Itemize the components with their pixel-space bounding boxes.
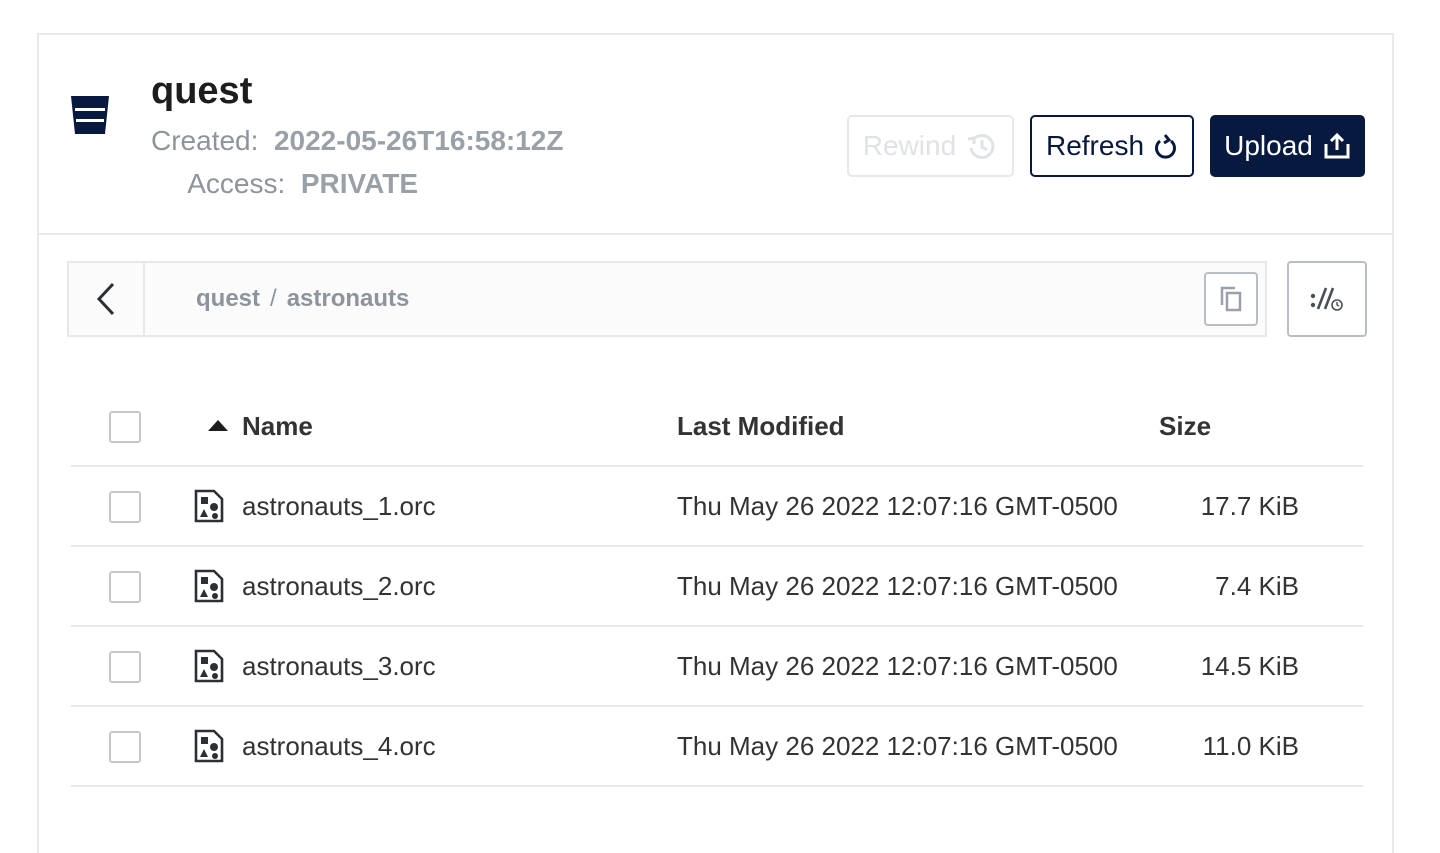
file-icon: [194, 569, 224, 603]
file-name[interactable]: astronauts_4.orc: [242, 707, 436, 785]
rewind-label: Rewind: [862, 130, 957, 161]
file-size: 11.0 KiB: [1202, 731, 1299, 761]
bucket-meta: Created: 2022-05-26T16:58:12Z Access: PR…: [151, 119, 601, 205]
copy-path-button[interactable]: [1204, 272, 1258, 326]
file-icon: [194, 489, 224, 523]
file-size: 14.5 KiB: [1200, 651, 1299, 681]
back-button[interactable]: [69, 263, 145, 335]
breadcrumb: quest / astronauts: [196, 263, 409, 335]
created-label: Created:: [151, 125, 259, 156]
refresh-button[interactable]: Refresh: [1030, 115, 1194, 177]
file-last-modified: Thu May 26 2022 12:07:16 GMT-0500: [677, 651, 1118, 681]
column-header-size[interactable]: Size: [1159, 387, 1211, 465]
file-table: Name Last Modified Size astronauts_1.orc…: [71, 387, 1363, 787]
chevron-left-icon: [96, 282, 115, 316]
bucket-name: quest: [151, 70, 253, 112]
table-row[interactable]: astronauts_2.orc Thu May 26 2022 12:07:1…: [71, 547, 1363, 627]
select-all-checkbox[interactable]: [109, 411, 141, 443]
bucket-icon: [71, 96, 109, 134]
file-name[interactable]: astronauts_2.orc: [242, 547, 436, 625]
file-last-modified: Thu May 26 2022 12:07:16 GMT-0500: [677, 731, 1118, 761]
breadcrumb-separator: /: [270, 285, 277, 312]
file-icon: [194, 729, 224, 763]
path-bar: quest / astronauts: [67, 261, 1267, 337]
upload-button[interactable]: Upload: [1210, 115, 1365, 177]
history-icon: [967, 133, 995, 159]
file-size: 17.7 KiB: [1200, 491, 1299, 521]
rewind-path-button[interactable]: [1287, 261, 1367, 337]
rewind-path-icon: [1310, 287, 1343, 311]
bucket-header: quest Created: 2022-05-26T16:58:12Z Acce…: [39, 35, 1392, 235]
breadcrumb-item-folder[interactable]: astronauts: [287, 285, 410, 312]
row-checkbox[interactable]: [109, 491, 141, 523]
access-label: Access:: [187, 168, 286, 199]
column-header-last-modified[interactable]: Last Modified: [677, 387, 845, 465]
rewind-button[interactable]: Rewind: [847, 115, 1014, 177]
file-name[interactable]: astronauts_1.orc: [242, 467, 436, 545]
breadcrumb-item-bucket[interactable]: quest: [196, 285, 260, 312]
row-checkbox[interactable]: [109, 651, 141, 683]
file-size: 7.4 KiB: [1215, 571, 1299, 601]
bucket-panel: quest Created: 2022-05-26T16:58:12Z Acce…: [37, 33, 1394, 853]
copy-icon: [1220, 286, 1242, 312]
row-checkbox[interactable]: [109, 571, 141, 603]
refresh-label: Refresh: [1045, 130, 1145, 161]
refresh-icon: [1155, 134, 1176, 159]
created-value: 2022-05-26T16:58:12Z: [273, 125, 564, 156]
table-row[interactable]: astronauts_4.orc Thu May 26 2022 12:07:1…: [71, 707, 1363, 787]
upload-icon: [1324, 132, 1350, 159]
column-header-name[interactable]: Name: [242, 387, 313, 465]
file-last-modified: Thu May 26 2022 12:07:16 GMT-0500: [677, 571, 1118, 601]
table-row[interactable]: astronauts_3.orc Thu May 26 2022 12:07:1…: [71, 627, 1363, 707]
file-name[interactable]: astronauts_3.orc: [242, 627, 436, 705]
upload-label: Upload: [1224, 130, 1313, 161]
file-last-modified: Thu May 26 2022 12:07:16 GMT-0500: [677, 491, 1118, 521]
table-header-row: Name Last Modified Size: [71, 387, 1363, 467]
access-value: PRIVATE: [300, 168, 419, 199]
sort-ascending-icon[interactable]: [208, 420, 228, 431]
table-row[interactable]: astronauts_1.orc Thu May 26 2022 12:07:1…: [71, 467, 1363, 547]
file-icon: [194, 649, 224, 683]
row-checkbox[interactable]: [109, 731, 141, 763]
